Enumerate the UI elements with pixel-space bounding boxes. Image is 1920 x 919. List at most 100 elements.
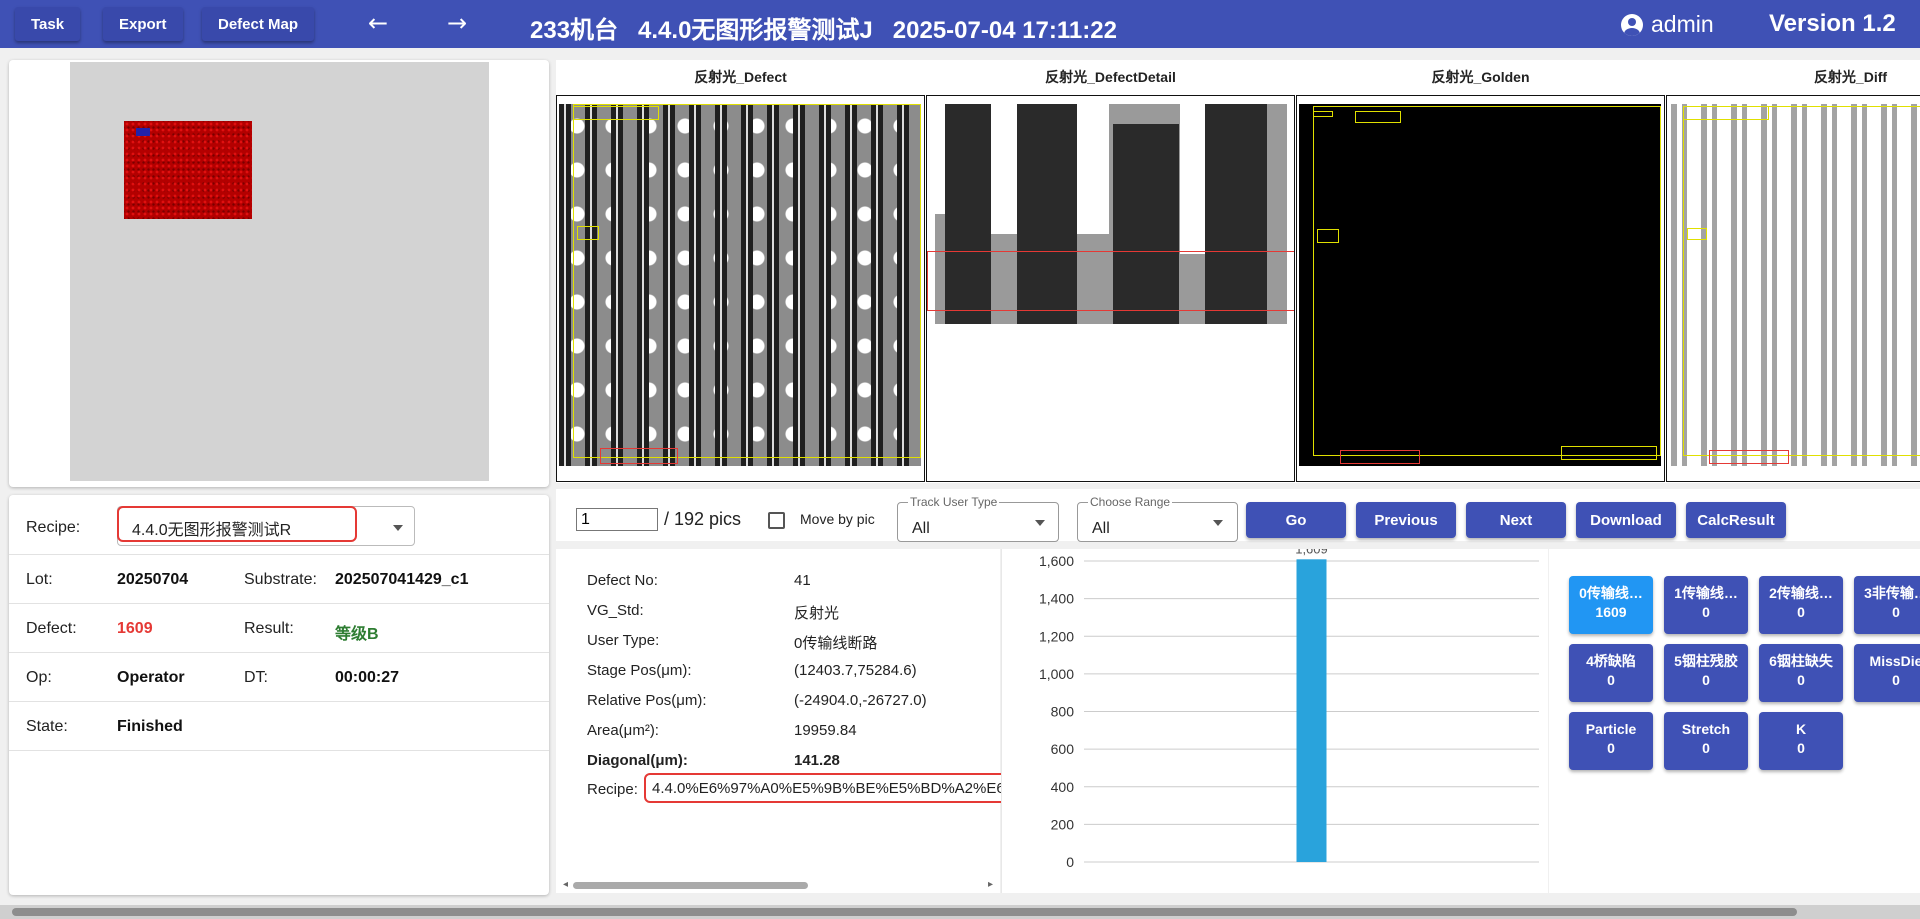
image-title: 反射光_DefectDetail (1045, 69, 1176, 85)
substrate-label: Substrate: (244, 571, 317, 588)
recipe-label: Recipe: (26, 519, 81, 536)
category-button[interactable]: K0 (1759, 712, 1843, 770)
choose-range-value: All (1092, 520, 1110, 537)
detail-recipe-label: Recipe: (587, 781, 638, 798)
y-tick-label: 200 (1051, 816, 1075, 832)
defect-detail-panel: Defect No: 41 VG_Std: 反射光 User Type: 0传输… (556, 549, 1014, 893)
category-button[interactable]: Particle 0 (1569, 712, 1653, 770)
relative-pos-label: Relative Pos(μm): (587, 692, 707, 709)
forward-arrow-icon[interactable]: → (447, 9, 467, 37)
y-tick-label: 1,200 (1039, 628, 1074, 644)
red-defect-bbox (927, 251, 1294, 311)
top-bar: Task Export Defect Map ← → 233机台 4.4.0无图… (0, 0, 1920, 48)
user-type-label: User Type: (587, 632, 660, 649)
category-button[interactable]: 5铟柱残胶 0 (1664, 644, 1748, 702)
defect-category-panel: 0传输线…16091传输线…02传输线…03非传输…04桥缺陷05铟柱残胶06铟… (1549, 549, 1920, 893)
page-number-input[interactable] (576, 508, 658, 531)
track-user-type-label: Track User Type (908, 495, 1000, 509)
category-label: 3非传输… (1864, 585, 1920, 601)
task-button[interactable]: Task (15, 7, 81, 41)
chevron-down-icon (1035, 520, 1045, 526)
defect-map-button[interactable]: Defect Map (202, 7, 315, 41)
page-horizontal-scrollbar[interactable] (0, 905, 1920, 919)
yellow-bbox (1355, 111, 1401, 123)
category-label: 4桥缺陷 (1586, 653, 1636, 669)
wafer-map[interactable] (70, 62, 489, 481)
operator-row: Op: Operator DT: 00:00:27 (9, 653, 549, 702)
yellow-bbox (1687, 228, 1707, 240)
user-type-value: 0传输线断路 (794, 635, 878, 652)
red-defect-bbox (1340, 450, 1420, 464)
image-defect[interactable]: 反射光_Defect (556, 60, 925, 483)
detail-horizontal-scrollbar[interactable]: ◂ ▸ (563, 879, 993, 891)
wafer-map-panel (9, 60, 549, 487)
category-label: Stretch (1681, 721, 1731, 737)
scroll-left-icon[interactable]: ◂ (563, 879, 568, 890)
stage-pos-value: (12403.7,75284.6) (794, 662, 917, 679)
defect-count: 1609 (117, 620, 153, 637)
yellow-bbox (1683, 106, 1769, 120)
recipe-select[interactable]: 4.4.0无图形报警测试R (117, 506, 415, 546)
category-label: 1传输线… (1674, 585, 1738, 601)
version-label: Version 1.2 (1769, 10, 1896, 37)
go-button[interactable]: Go (1246, 502, 1346, 538)
image-title: 反射光_Golden (1431, 69, 1530, 85)
category-button[interactable]: 6铟柱缺失 0 (1759, 644, 1843, 702)
lot-label: Lot: (26, 571, 53, 588)
scrollbar-thumb[interactable] (12, 908, 1797, 916)
substrate-value: 202507041429_c1 (335, 571, 469, 588)
track-user-type-value: All (912, 520, 930, 537)
yellow-bbox (1313, 106, 1661, 456)
previous-button[interactable]: Previous (1356, 502, 1456, 538)
stage-pos-label: Stage Pos(μm): (587, 662, 692, 679)
download-button[interactable]: Download (1576, 502, 1676, 538)
track-user-type-select[interactable]: Track User Type All (897, 495, 1059, 542)
y-tick-label: 0 (1066, 854, 1074, 870)
user-menu[interactable]: admin (1621, 11, 1714, 38)
image-title: 反射光_Defect (694, 69, 787, 85)
scrollbar-thumb[interactable] (573, 882, 808, 889)
category-label: 2传输线… (1769, 585, 1833, 601)
wafer-current-marker (136, 128, 150, 136)
category-count: 0 (1892, 604, 1900, 620)
calc-result-button[interactable]: CalcResult (1686, 502, 1786, 538)
vg-std-label: VG_Std: (587, 602, 644, 619)
relative-pos-value: (-24904.0,-26727.0) (794, 692, 927, 709)
back-arrow-icon[interactable]: ← (368, 9, 388, 37)
result-label: Result: (244, 620, 294, 637)
defect-row: Defect: 1609 Result: 等级B (9, 604, 549, 653)
detail-recipe-value: 4.4.0%E6%97%A0%E5%9B%BE%E5%BD%A2%E6% (644, 773, 1014, 803)
op-value: Operator (117, 669, 185, 686)
image-diff[interactable]: 反射光_Diff (1666, 60, 1920, 483)
op-label: Op: (26, 669, 52, 686)
category-button[interactable]: MissDie 0 (1854, 644, 1920, 702)
y-tick-label: 600 (1051, 741, 1075, 757)
state-label: State: (26, 718, 68, 735)
category-button[interactable]: 4桥缺陷 0 (1569, 644, 1653, 702)
scroll-right-icon[interactable]: ▸ (988, 879, 993, 890)
image-frame (556, 95, 925, 482)
dt-value: 00:00:27 (335, 669, 400, 686)
category-button[interactable]: 3非传输… 0 (1854, 576, 1920, 634)
category-label: K (1795, 721, 1807, 737)
move-by-pic-checkbox[interactable] (768, 512, 785, 529)
category-count: 0 (1797, 672, 1805, 688)
lot-row: Lot: 20250704 Substrate: 202507041429_c1 (9, 555, 549, 604)
category-label: 0传输线… (1579, 585, 1643, 601)
category-button[interactable]: 1传输线… 0 (1664, 576, 1748, 634)
image-defect-detail[interactable]: 反射光_DefectDetail (926, 60, 1295, 483)
category-count: 0 (1702, 672, 1710, 688)
choose-range-select[interactable]: Choose Range All (1077, 495, 1238, 542)
category-button[interactable]: Stretch 0 (1664, 712, 1748, 770)
export-button[interactable]: Export (103, 7, 183, 41)
image-golden[interactable]: 反射光_Golden (1296, 60, 1665, 483)
username: admin (1651, 11, 1714, 37)
bar-data-label: 1,609 (1295, 549, 1328, 556)
category-button[interactable]: 0传输线… 1609 (1569, 576, 1653, 634)
category-count: 0 (1607, 672, 1615, 688)
next-button[interactable]: Next (1466, 502, 1566, 538)
dt-label: DT: (244, 669, 268, 686)
category-count: 0 (1607, 740, 1615, 756)
defect-no-value: 41 (794, 572, 811, 589)
category-button[interactable]: 2传输线… 0 (1759, 576, 1843, 634)
